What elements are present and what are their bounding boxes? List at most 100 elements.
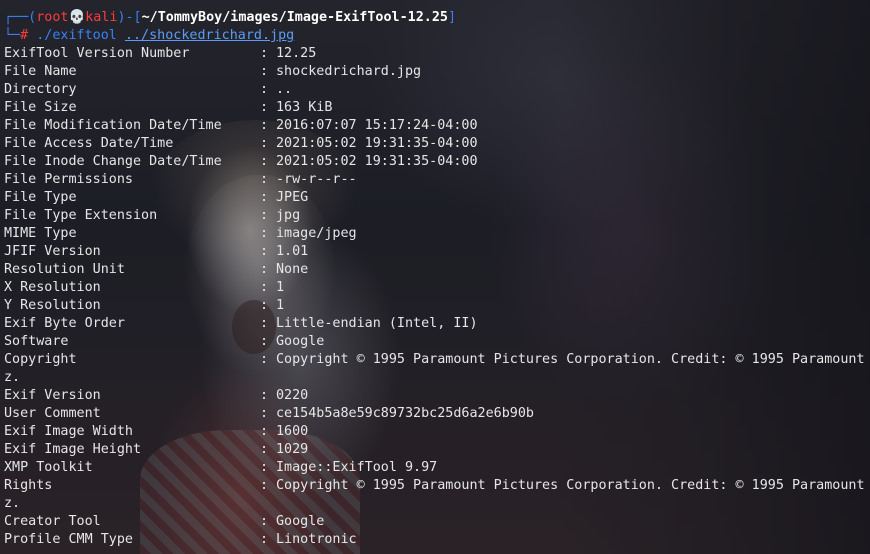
exif-row: Exif Image Height: 1029 — [4, 441, 870, 459]
prompt-separator: )-[ — [117, 10, 142, 25]
exif-value: JPEG — [276, 190, 309, 205]
exif-key: Directory — [4, 82, 77, 97]
exif-separator: : — [260, 442, 277, 457]
exif-key: Creator Tool — [4, 514, 101, 529]
exif-value: Little-endian (Intel, II) — [276, 316, 478, 331]
exif-row: Y Resolution: 1 — [4, 297, 870, 315]
exif-value: 1.01 — [276, 244, 309, 259]
exif-value: shockedrichard.jpg — [276, 64, 422, 79]
exif-key: File Size — [4, 100, 77, 115]
exif-row: Resolution Unit: None — [4, 261, 870, 279]
exif-value: .. — [276, 82, 293, 97]
exif-separator: : — [260, 460, 277, 475]
exif-row: User Comment: ce154b5a8e59c89732bc25d6a2… — [4, 405, 870, 423]
exif-separator: : — [260, 280, 277, 295]
exif-value: 1600 — [276, 424, 309, 439]
exif-row: XMP Toolkit: Image::ExifTool 9.97 — [4, 459, 870, 477]
command-line[interactable]: └─# ./exiftool ../shockedrichard.jpg — [4, 27, 870, 45]
exif-separator: : — [260, 46, 277, 61]
exif-value: 1029 — [276, 442, 309, 457]
exif-value: 2021:05:02 19:31:35-04:00 — [276, 154, 478, 169]
exif-separator: : — [260, 154, 277, 169]
command-name: ./exiftool — [36, 28, 117, 43]
skull-icon: 💀 — [68, 10, 86, 25]
exif-key: Resolution Unit — [4, 262, 125, 277]
exif-row: ExifTool Version Number: 12.25 — [4, 45, 870, 63]
prompt-corner-top: ┌──( — [4, 10, 37, 25]
command-argument[interactable]: ../shockedrichard.jpg — [125, 28, 294, 43]
exif-row: File Type: JPEG — [4, 189, 870, 207]
exif-separator: : — [260, 514, 277, 529]
exif-value: 2021:05:02 19:31:35-04:00 — [276, 136, 478, 151]
exif-separator: : — [260, 316, 277, 331]
exif-value: 1 — [276, 298, 285, 313]
exif-row: Profile CMM Type: Linotronic — [4, 531, 870, 549]
exif-value: Google — [276, 514, 325, 529]
exif-row: File Modification Date/Time: 2016:07:07 … — [4, 117, 870, 135]
exif-row: File Inode Change Date/Time: 2021:05:02 … — [4, 153, 870, 171]
exif-value: 1 — [276, 280, 285, 295]
exif-separator: : — [260, 478, 277, 493]
exif-key: File Access Date/Time — [4, 136, 174, 151]
exif-key: Copyright — [4, 352, 77, 367]
exif-value: 12.25 — [276, 46, 317, 61]
prompt-line: ┌──(root💀kali)-[~/TommyBoy/images/Image-… — [4, 9, 870, 27]
exif-value: Image::ExifTool 9.97 — [276, 460, 438, 475]
exif-key: File Type — [4, 190, 77, 205]
exif-value: 2016:07:07 15:17:24-04:00 — [276, 118, 478, 133]
exif-value: 0220 — [276, 388, 309, 403]
exif-separator: : — [260, 82, 277, 97]
exif-row: Directory: .. — [4, 81, 870, 99]
exif-key: XMP Toolkit — [4, 460, 93, 475]
exif-value: Google — [276, 334, 325, 349]
terminal-output[interactable]: ┌──(root💀kali)-[~/TommyBoy/images/Image-… — [4, 9, 870, 549]
exif-key: File Inode Change Date/Time — [4, 154, 222, 169]
exif-row: Copyright: Copyright © 1995 Paramount Pi… — [4, 351, 870, 369]
exif-value: None — [276, 262, 309, 277]
exif-row: Exif Version: 0220 — [4, 387, 870, 405]
exif-value: Linotronic — [276, 532, 357, 547]
exif-separator: : — [260, 352, 277, 367]
exif-separator: : — [260, 190, 277, 205]
exif-key: File Modification Date/Time — [4, 118, 222, 133]
exif-value: Copyright © 1995 Paramount Pictures Corp… — [276, 478, 870, 493]
exif-key: Profile CMM Type — [4, 532, 133, 547]
exif-output: ExifTool Version Number: 12.25 File Name:… — [4, 45, 870, 549]
exif-key: Exif Byte Order — [4, 316, 125, 331]
exif-key: Software — [4, 334, 69, 349]
exif-separator: : — [260, 262, 277, 277]
exif-value: Copyright © 1995 Paramount Pictures Corp… — [276, 352, 870, 367]
exif-value: image/jpeg — [276, 226, 357, 241]
exif-row: X Resolution: 1 — [4, 279, 870, 297]
exif-key: Y Resolution — [4, 298, 101, 313]
exif-key: File Permissions — [4, 172, 133, 187]
exif-separator: : — [260, 64, 277, 79]
prompt-hash: # — [20, 28, 37, 43]
exif-row: Software: Google — [4, 333, 870, 351]
prompt-user: root — [36, 10, 69, 25]
exif-separator: : — [260, 226, 277, 241]
exif-row: File Permissions: -rw-r--r-- — [4, 171, 870, 189]
exif-row: File Type Extension: jpg — [4, 207, 870, 225]
exif-separator: : — [260, 136, 277, 151]
exif-separator: : — [260, 172, 277, 187]
exif-row: File Size: 163 KiB — [4, 99, 870, 117]
exif-value-wrap: z. — [4, 496, 21, 511]
exif-row: Creator Tool: Google — [4, 513, 870, 531]
exif-row: JFIF Version: 1.01 — [4, 243, 870, 261]
exif-separator: : — [260, 244, 277, 259]
exif-row: Exif Byte Order: Little-endian (Intel, I… — [4, 315, 870, 333]
exif-separator: : — [260, 118, 277, 133]
exif-separator: : — [260, 100, 277, 115]
exif-row: Exif Image Width: 1600 — [4, 423, 870, 441]
exif-row: Rights: Copyright © 1995 Paramount Pictu… — [4, 477, 870, 495]
exif-separator: : — [260, 298, 277, 313]
exif-value: jpg — [276, 208, 301, 223]
exif-key: Exif Image Height — [4, 442, 142, 457]
prompt-cwd: ~/TommyBoy/images/Image-ExifTool-12.25 — [141, 10, 448, 25]
prompt-host: kali — [85, 10, 118, 25]
exif-separator: : — [260, 388, 277, 403]
exif-key: User Comment — [4, 406, 101, 421]
exif-value: -rw-r--r-- — [276, 172, 357, 187]
exif-row: File Name: shockedrichard.jpg — [4, 63, 870, 81]
